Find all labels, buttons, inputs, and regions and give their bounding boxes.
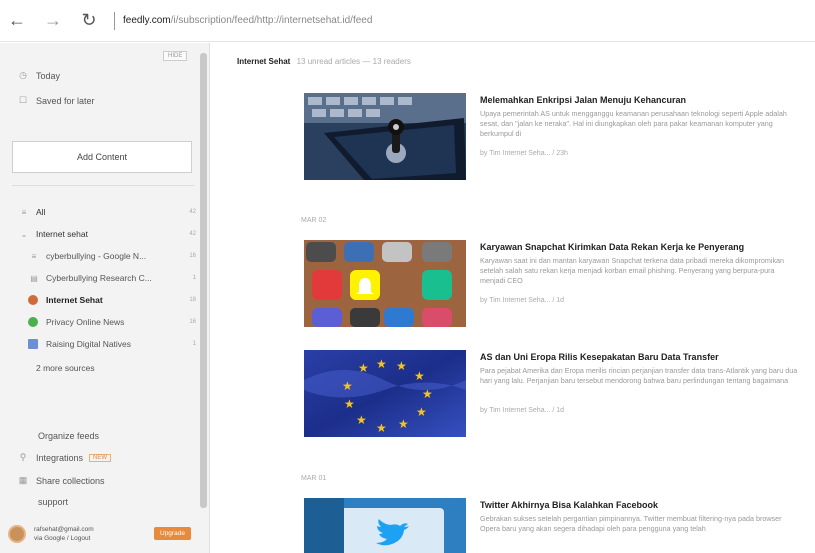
- new-badge: NEW: [89, 453, 112, 462]
- unread-count: 16: [189, 319, 196, 325]
- sidebar-item-label: Internet sehat: [36, 229, 88, 239]
- feed-item[interactable]: Privacy Online News 16: [28, 317, 196, 327]
- article-summary: Gebrakan sukses setelah pergantian pimpi…: [480, 514, 782, 533]
- sidebar-item-label: All: [36, 207, 46, 217]
- unread-count: 1: [192, 275, 196, 281]
- article-title[interactable]: AS dan Uni Eropa Rilis Kesepakatan Baru …: [480, 352, 800, 362]
- user-email: rafsehat@gmail.com: [34, 526, 94, 533]
- sidebar-item-today[interactable]: ◷ Today: [18, 70, 60, 81]
- feed-label: cyberbullying - Google N...: [46, 251, 147, 261]
- user-account: rafsehat@gmail.com via Google / Logout U…: [0, 515, 210, 553]
- article-meta: by Tim Internet Seha... / 1d: [480, 407, 565, 414]
- article-thumbnail[interactable]: [304, 498, 466, 553]
- sidebar-category-internet-sehat[interactable]: ⌄ Internet sehat 42: [18, 229, 196, 239]
- article-title[interactable]: Melemahkan Enkripsi Jalan Menuju Kehancu…: [480, 95, 800, 105]
- address-bar[interactable]: feedly.com/i/subscription/feed/http://in…: [123, 15, 372, 26]
- plug-icon: ⚲: [19, 452, 27, 462]
- avatar[interactable]: [8, 525, 26, 543]
- article-card[interactable]: Melemahkan Enkripsi Jalan Menuju Kehancu…: [304, 93, 804, 183]
- article-card[interactable]: Twitter Akhirnya Bisa Kalahkan Facebook …: [304, 498, 804, 553]
- svg-text:★: ★: [342, 379, 353, 393]
- feed-meta: 13 unread articles — 13 readers: [296, 57, 411, 66]
- feed-label: Privacy Online News: [46, 317, 125, 327]
- organize-feeds-link[interactable]: Organize feeds: [38, 431, 99, 441]
- article-title[interactable]: Karyawan Snapchat Kirimkan Data Rekan Ke…: [480, 242, 800, 252]
- clock-icon: ◷: [19, 70, 27, 80]
- integrations-label: Integrations: [36, 452, 84, 463]
- article-title[interactable]: Twitter Akhirnya Bisa Kalahkan Facebook: [480, 500, 800, 510]
- menu-lines-icon: ≡: [21, 207, 27, 217]
- date-divider: MAR 01: [301, 475, 327, 482]
- refresh-icon[interactable]: ↻: [78, 10, 100, 32]
- article-meta: by Tim Internet Seha... / 23h: [480, 150, 568, 157]
- article-card[interactable]: Karyawan Snapchat Kirimkan Data Rekan Ke…: [304, 240, 804, 330]
- article-thumbnail[interactable]: ★ ★ ★ ★ ★ ★ ★ ★ ★ ★ ★: [304, 350, 466, 437]
- date-divider: MAR 02: [301, 217, 327, 224]
- svg-text:★: ★: [396, 359, 407, 373]
- article-summary: Upaya pemerintah AS untuk mengganggu kea…: [480, 109, 787, 138]
- forward-arrow-icon[interactable]: →: [42, 10, 64, 32]
- browser-toolbar: ← → ↻ feedly.com/i/subscription/feed/htt…: [0, 0, 815, 42]
- article-summary: Karyawan saat ini dan mantan karyawan Sn…: [480, 256, 785, 285]
- sidebar-divider: [12, 185, 194, 186]
- unread-count: 42: [189, 209, 196, 215]
- svg-text:★: ★: [416, 405, 427, 419]
- svg-text:★: ★: [398, 417, 409, 431]
- unread-count: 16: [189, 253, 196, 259]
- article-meta: by Tim Internet Seha... / 1d: [480, 297, 565, 304]
- bookmark-icon: ☐: [18, 95, 28, 105]
- integrations-link[interactable]: ⚲ Integrations NEW: [18, 452, 112, 463]
- add-content-button[interactable]: Add Content: [12, 141, 192, 173]
- unread-count: 18: [189, 297, 196, 303]
- feed-item[interactable]: Raising Digital Natives 1: [28, 339, 196, 349]
- unread-count: 1: [192, 341, 196, 347]
- url-path: /i/subscription/feed/http://internetseha…: [170, 15, 373, 26]
- google-news-icon: ≡: [31, 251, 37, 261]
- feed-item-selected[interactable]: Internet Sehat 18: [28, 295, 196, 305]
- article-summary: Para pejabat Amerika dan Eropa merilis r…: [480, 366, 798, 385]
- sidebar: HIDE ◷ Today ☐ Saved for later Add Conte…: [0, 43, 210, 553]
- unread-count: 42: [189, 231, 196, 237]
- url-host: feedly.com: [123, 15, 171, 26]
- back-arrow-icon[interactable]: ←: [6, 10, 28, 32]
- article-thumbnail[interactable]: [304, 93, 466, 180]
- logout-link[interactable]: via Google / Logout: [34, 534, 94, 543]
- feed-title: Internet Sehat: [237, 57, 291, 66]
- main-feed: Internet Sehat 13 unread articles — 13 r…: [211, 43, 815, 553]
- sidebar-scrollbar[interactable]: [200, 53, 207, 508]
- feed-header: Internet Sehat 13 unread articles — 13 r…: [237, 57, 411, 66]
- support-link[interactable]: support: [38, 497, 68, 507]
- feed-item[interactable]: ▤ Cyberbullying Research C... 1: [28, 273, 196, 283]
- article-card[interactable]: ★ ★ ★ ★ ★ ★ ★ ★ ★ ★ ★ AS dan Uni Eropa R…: [304, 350, 804, 440]
- svg-text:★: ★: [414, 369, 425, 383]
- share-label: Share collections: [36, 475, 105, 486]
- share-icon: ▦: [18, 475, 28, 485]
- share-collections-link[interactable]: ▦ Share collections: [18, 475, 105, 486]
- feed-label: Internet Sehat: [46, 295, 103, 305]
- upgrade-button[interactable]: Upgrade: [154, 527, 191, 540]
- internet-sehat-logo-icon: [28, 295, 38, 305]
- feed-label: Cyberbullying Research C...: [46, 273, 152, 283]
- hide-sidebar-button[interactable]: HIDE: [163, 51, 188, 61]
- svg-text:★: ★: [344, 397, 355, 411]
- svg-text:★: ★: [376, 421, 387, 435]
- more-sources-link[interactable]: 2 more sources: [36, 363, 95, 373]
- svg-text:★: ★: [356, 413, 367, 427]
- sidebar-item-label: Today: [36, 70, 61, 81]
- svg-text:★: ★: [358, 361, 369, 375]
- svg-text:★: ★: [422, 387, 433, 401]
- privacy-news-logo-icon: [28, 317, 38, 327]
- raising-digital-natives-logo-icon: [28, 339, 38, 349]
- sidebar-item-label: Saved for later: [36, 95, 95, 106]
- sidebar-item-saved[interactable]: ☐ Saved for later: [18, 95, 95, 106]
- document-icon: ▤: [30, 273, 38, 283]
- url-divider: [114, 11, 115, 30]
- feed-item[interactable]: ≡ cyberbullying - Google N... 16: [28, 251, 196, 261]
- article-thumbnail[interactable]: [304, 240, 466, 327]
- feed-label: Raising Digital Natives: [46, 339, 132, 349]
- sidebar-item-all[interactable]: ≡ All 42: [18, 207, 196, 217]
- chevron-down-icon: ⌄: [20, 229, 28, 239]
- svg-text:★: ★: [376, 357, 387, 371]
